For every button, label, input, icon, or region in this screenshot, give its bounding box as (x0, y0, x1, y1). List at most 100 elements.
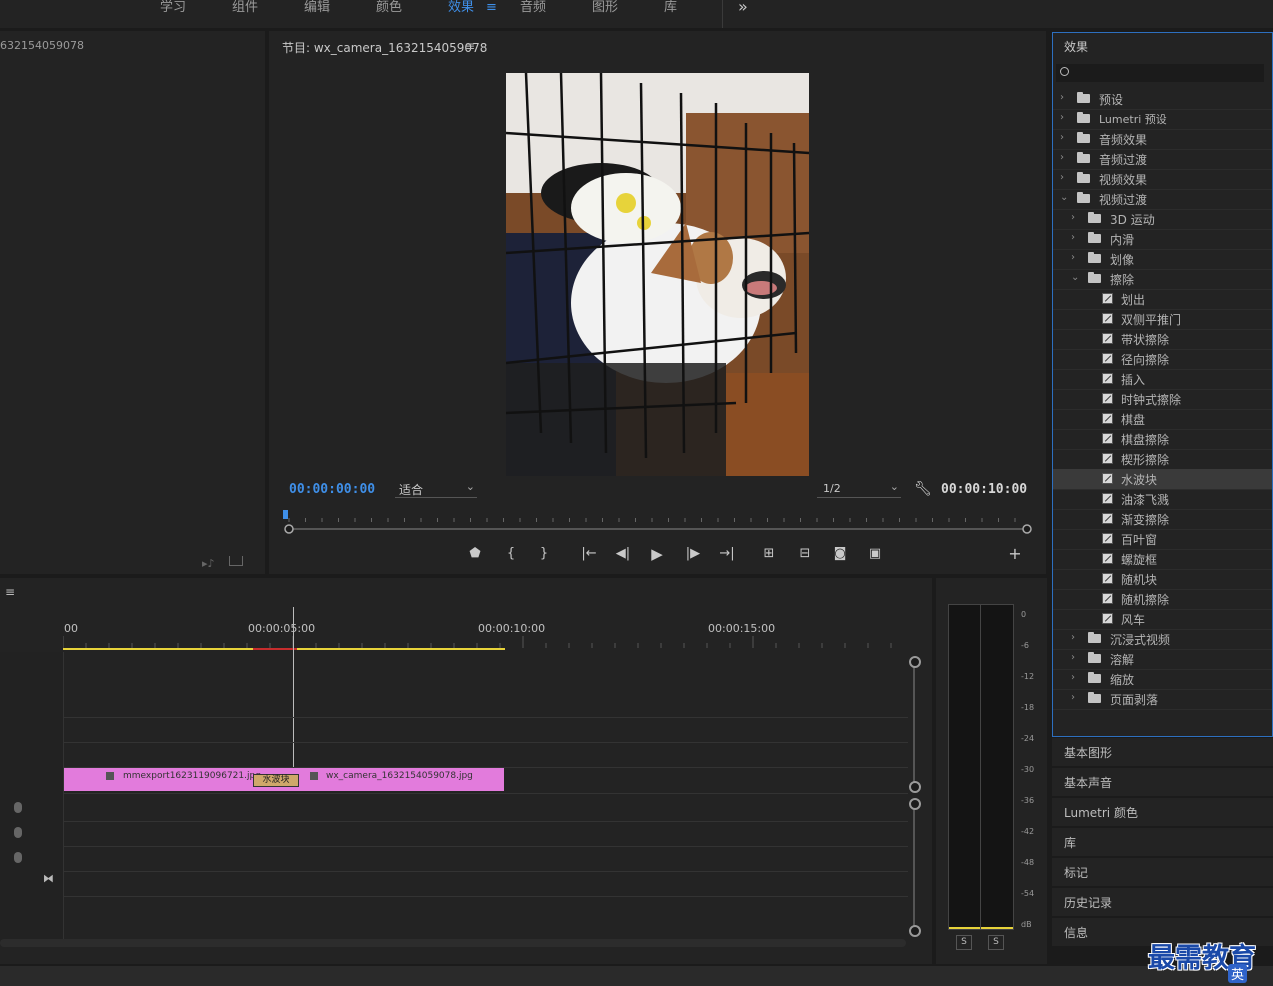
program-video-frame[interactable] (506, 73, 809, 476)
workspace-tab[interactable]: 组件 (232, 0, 258, 20)
go-to-in-icon[interactable]: |← (580, 545, 598, 563)
effect-item[interactable]: 双侧平推门 (1053, 309, 1272, 330)
effect-folder[interactable]: › 缩放 (1053, 669, 1272, 690)
effect-item[interactable]: 棋盘 (1053, 409, 1272, 430)
chevron-right-icon[interactable]: › (1071, 212, 1075, 223)
chevron-right-icon[interactable]: › (1060, 172, 1064, 183)
workspace-tab[interactable]: 颜色 (376, 0, 402, 20)
effect-item[interactable]: 插入 (1053, 369, 1272, 390)
step-back-icon[interactable]: ◀| (614, 545, 632, 563)
horizontal-scrollbar[interactable] (0, 939, 906, 947)
timeline-menu-icon[interactable]: ≡ (5, 585, 15, 599)
microphone-icon[interactable] (14, 802, 22, 813)
chevron-down-icon[interactable]: ⌄ (1060, 192, 1068, 203)
chevron-right-icon[interactable]: › (1071, 692, 1075, 703)
effect-item[interactable]: 径向擦除 (1053, 349, 1272, 370)
chevron-right-icon[interactable]: › (1060, 152, 1064, 163)
settings-wrench-icon[interactable]: 🔧︎ (914, 481, 932, 497)
chevron-right-icon[interactable]: › (1071, 232, 1075, 243)
solo-right-button[interactable]: S (988, 935, 1004, 950)
chevron-right-icon[interactable]: › (1071, 672, 1075, 683)
side-panel-tab[interactable]: 历史记录 (1052, 888, 1273, 916)
scroll-handle[interactable] (909, 656, 921, 668)
program-menu-icon[interactable]: ≡ (465, 39, 475, 53)
workspace-tab[interactable]: 编辑 (304, 0, 330, 20)
effect-folder[interactable]: › 3D 运动 (1053, 209, 1272, 230)
mark-in-icon[interactable]: { (502, 545, 520, 563)
effects-search-field[interactable] (1074, 64, 1263, 82)
effect-folder[interactable]: › 音频效果 (1053, 129, 1272, 150)
audio-tracks-scrollbar[interactable] (913, 802, 915, 930)
compare-view-icon[interactable]: ▣ (866, 545, 884, 563)
effect-item[interactable]: 风车 (1053, 609, 1272, 630)
effect-folder[interactable]: › 音频过渡 (1053, 149, 1272, 170)
side-panel-tab[interactable]: 标记 (1052, 858, 1273, 886)
program-scrubber[interactable] (283, 508, 1033, 536)
microphone-icon[interactable] (14, 852, 22, 863)
play-icon[interactable]: ▶ (648, 545, 666, 563)
effect-folder[interactable]: › 内滑 (1053, 229, 1272, 250)
effect-folder[interactable]: › 溶解 (1053, 649, 1272, 670)
effect-folder[interactable]: › Lumetri 预设 (1053, 109, 1272, 130)
workspace-tab[interactable]: 图形 (592, 0, 618, 20)
extract-icon[interactable]: ⊟ (796, 545, 814, 563)
master-track-icon[interactable]: ⧓ (43, 872, 54, 885)
workspace-tab[interactable]: 效果 (448, 0, 474, 20)
go-to-out-icon[interactable]: →| (718, 545, 736, 563)
effect-folder[interactable]: › 划像 (1053, 249, 1272, 270)
side-panel-tab[interactable]: 库 (1052, 828, 1273, 856)
workspace-tab[interactable]: 学习 (160, 0, 186, 20)
export-frame-icon[interactable] (229, 556, 243, 566)
chevron-right-icon[interactable]: › (1060, 92, 1064, 103)
scroll-handle[interactable] (909, 798, 921, 810)
effect-folder[interactable]: ⌄ 擦除 (1053, 269, 1272, 290)
step-forward-icon[interactable]: |▶ (684, 545, 702, 563)
video-clip-2[interactable]: wx_camera_1632154059078.jpg (274, 768, 504, 791)
effect-item[interactable]: 棋盘擦除 (1053, 429, 1272, 450)
mark-out-icon[interactable]: } (535, 545, 553, 563)
chevron-right-icon[interactable]: › (1060, 132, 1064, 143)
chevron-right-icon[interactable]: › (1060, 112, 1064, 123)
effect-item[interactable]: 随机块 (1053, 569, 1272, 590)
chevron-down-icon[interactable]: ⌄ (1071, 272, 1079, 283)
video-tracks-scrollbar[interactable] (913, 661, 915, 786)
side-panel-tab[interactable]: 基本声音 (1052, 768, 1273, 796)
more-workspaces-icon[interactable]: » (738, 0, 748, 16)
playhead-timecode[interactable]: 00:00:00:00 (289, 482, 375, 497)
add-marker-icon[interactable]: ⬟ (466, 545, 484, 563)
export-frame-camera-icon[interactable]: ◙ (831, 545, 849, 563)
chevron-right-icon[interactable]: › (1071, 632, 1075, 643)
effect-item[interactable]: 油漆飞溅 (1053, 489, 1272, 510)
lift-icon[interactable]: ⊞ (760, 545, 778, 563)
scroll-handle[interactable] (909, 925, 921, 937)
transition-block[interactable]: 水波块 (253, 774, 299, 787)
effect-item[interactable]: 水波块 (1053, 469, 1272, 490)
scroll-handle[interactable] (909, 781, 921, 793)
effect-item[interactable]: 螺旋框 (1053, 549, 1272, 570)
effect-folder[interactable]: › 预设 (1053, 89, 1272, 110)
insert-icon[interactable]: ▸♪ (202, 557, 215, 570)
effect-item[interactable]: 带状擦除 (1053, 329, 1272, 350)
effect-item[interactable]: 楔形擦除 (1053, 449, 1272, 470)
effect-item[interactable]: 时钟式擦除 (1053, 389, 1272, 410)
microphone-icon[interactable] (14, 827, 22, 838)
workspace-tab[interactable]: 库 (664, 0, 677, 20)
effect-folder[interactable]: ⌄ 视频过渡 (1053, 189, 1272, 210)
chevron-right-icon[interactable]: › (1071, 252, 1075, 263)
workspace-tab[interactable]: 音频 (520, 0, 546, 20)
zoom-dropdown[interactable]: 适合 ⌄ (395, 480, 477, 498)
effects-search-input[interactable] (1056, 64, 1264, 82)
playhead-line[interactable] (293, 607, 294, 789)
chevron-right-icon[interactable]: › (1071, 652, 1075, 663)
effect-folder[interactable]: › 页面剥落 (1053, 689, 1272, 710)
effect-item[interactable]: 渐变擦除 (1053, 509, 1272, 530)
timeline-ruler[interactable] (63, 636, 908, 652)
effect-item[interactable]: 划出 (1053, 289, 1272, 310)
side-panel-tab[interactable]: 基本图形 (1052, 738, 1273, 766)
workspace-menu-icon[interactable]: ≡ (486, 0, 497, 15)
side-panel-tab[interactable]: Lumetri 颜色 (1052, 798, 1273, 826)
effect-item[interactable]: 百叶窗 (1053, 529, 1272, 550)
video-clip-1[interactable]: mmexport1623119096721.jpg (64, 768, 274, 791)
button-editor-plus-icon[interactable]: + (1006, 545, 1024, 563)
effect-folder[interactable]: › 沉浸式视频 (1053, 629, 1272, 650)
